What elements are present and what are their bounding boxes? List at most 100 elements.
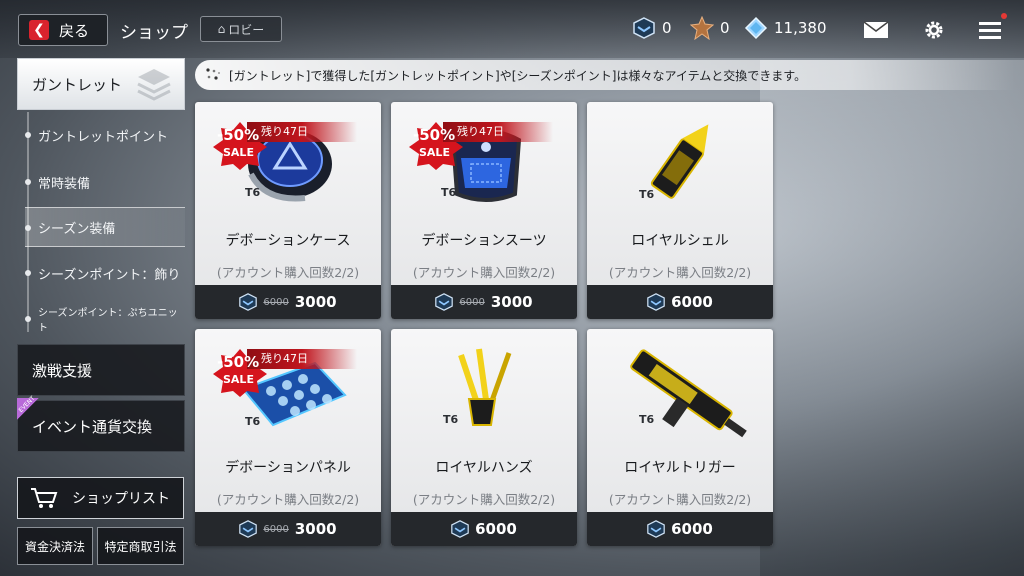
gear-icon[interactable] xyxy=(920,16,948,44)
bullet-icon xyxy=(25,316,31,322)
sidebar-item-season-points-decor[interactable]: シーズンポイント：飾り xyxy=(25,253,185,293)
product-card[interactable]: T6 ロイヤルハンズ (アカウント購入回数2/2) 6000 xyxy=(391,329,577,546)
price-bar: 6000 xyxy=(587,285,773,319)
product-card[interactable]: 残り47日 -50% SALE T6 デボーションケース (アカウント購入回数2… xyxy=(195,102,381,319)
cube-token-icon xyxy=(435,293,454,311)
info-banner: [ガントレット]で獲得した[ガントレットポイント]や[シーズンポイント]は様々な… xyxy=(195,60,1015,90)
price: 6000 xyxy=(671,520,713,538)
cube-token-icon xyxy=(451,520,469,538)
shop-list-label: ショップリスト xyxy=(72,491,170,507)
tier-label: T6 xyxy=(245,186,261,199)
sidebar-tab-label: ガントレット xyxy=(32,75,123,94)
product-card[interactable]: T6 ロイヤルトリガー (アカウント購入回数2/2) 6000 xyxy=(587,329,773,546)
sidebar-tab-gauntlet[interactable]: ガントレット xyxy=(17,58,185,110)
product-name: デボーションスーツ xyxy=(421,233,547,249)
days-left-ribbon: 残り47日 xyxy=(247,349,357,369)
cube-token-icon xyxy=(632,16,656,40)
bullet-icon xyxy=(25,179,31,185)
sidebar-item-season-points-petit-unit[interactable]: シーズンポイント：ぷちユニット xyxy=(25,299,185,339)
sidebar-tab-label: 激戦支援 xyxy=(32,361,93,380)
sidebar-tab-event-exchange[interactable]: イベント通貨交換 xyxy=(17,400,185,452)
product-name: ロイヤルシェル xyxy=(631,233,729,249)
sale-percent: -50% xyxy=(217,353,260,371)
price-bar: 6000 3000 xyxy=(391,285,577,319)
price-bar: 6000 xyxy=(587,512,773,546)
currency-value: 0 xyxy=(720,19,730,37)
sidebar-item-label: ガントレットポイント xyxy=(38,129,169,145)
sale-label: SALE xyxy=(223,146,254,159)
old-price: 6000 xyxy=(263,523,289,535)
lobby-button[interactable]: ⌂ ロビー xyxy=(200,16,282,42)
hamburger-menu-icon[interactable] xyxy=(976,16,1004,44)
back-label: 戻る xyxy=(59,21,90,40)
lobby-label: ロビー xyxy=(228,22,265,37)
tier-label: T6 xyxy=(639,188,655,201)
notification-dot xyxy=(1001,13,1007,19)
bronze-medal-icon xyxy=(690,16,714,40)
tier-label: T6 xyxy=(245,415,261,428)
price: 3000 xyxy=(294,293,337,311)
price-bar: 6000 3000 xyxy=(195,285,381,319)
back-button[interactable]: ❮ 戻る xyxy=(18,14,108,46)
shop-list-button[interactable]: ショップリスト xyxy=(17,477,184,519)
purchase-limit: (アカウント購入回数2/2) xyxy=(412,265,556,280)
sale-percent: -50% xyxy=(217,126,260,144)
cube-token-icon xyxy=(239,293,258,311)
mail-icon[interactable] xyxy=(862,16,890,44)
diamond-icon xyxy=(744,16,768,40)
tier-label: T6 xyxy=(441,186,457,199)
purchase-limit: (アカウント購入回数2/2) xyxy=(608,492,752,507)
cube-token-icon xyxy=(647,520,665,538)
bullet-icon xyxy=(25,270,31,276)
old-price: 6000 xyxy=(263,296,289,308)
cart-icon xyxy=(31,488,58,508)
price: 6000 xyxy=(671,293,713,311)
currency-diamond: 11,380 xyxy=(744,16,827,40)
chevron-left-icon: ❮ xyxy=(29,20,49,40)
sale-label: SALE xyxy=(419,146,450,159)
sidebar-item-label: シーズンポイント：飾り xyxy=(38,267,181,283)
currency-value: 0 xyxy=(662,19,672,37)
price-bar: 6000 3000 xyxy=(195,512,381,546)
background-decoration xyxy=(760,60,1024,576)
old-price: 6000 xyxy=(459,296,485,308)
product-card[interactable]: 残り47日 -50% SALE T6 デボーションスーツ (アカウント購入回数2… xyxy=(391,102,577,319)
purchase-limit: (アカウント購入回数2/2) xyxy=(216,492,360,507)
commercial-law-button[interactable]: 特定商取引法 xyxy=(97,527,184,565)
tier-label: T6 xyxy=(443,413,459,426)
layers-icon xyxy=(137,69,171,101)
purchase-limit: (アカウント購入回数2/2) xyxy=(216,265,360,280)
royal-hands-icon xyxy=(458,348,512,426)
product-card[interactable]: 残り47日 -50% SALE T6 デボーションパネル (アカウント購入回数2… xyxy=(195,329,381,546)
tier-label: T6 xyxy=(639,413,655,426)
sale-label: SALE xyxy=(223,373,254,386)
sidebar-item-label: 常時装備 xyxy=(38,176,91,192)
royal-shell-icon xyxy=(650,124,709,199)
days-left-ribbon: 残り47日 xyxy=(443,122,553,142)
sidebar-item-gauntlet-points[interactable]: ガントレットポイント xyxy=(25,115,185,155)
page-title: ショップ xyxy=(120,23,188,43)
button-label: 資金決済法 xyxy=(24,539,85,554)
bullet-icon xyxy=(25,132,31,138)
info-text: [ガントレット]で獲得した[ガントレットポイント]や[シーズンポイント]は様々な… xyxy=(229,68,807,83)
price-bar: 6000 xyxy=(391,512,577,546)
sidebar-item-permanent-equipment[interactable]: 常時装備 xyxy=(25,162,185,202)
product-name: ロイヤルハンズ xyxy=(435,460,533,476)
payment-law-button[interactable]: 資金決済法 xyxy=(17,527,93,565)
bullet-icon xyxy=(25,225,31,231)
sidebar-item-label: シーズンポイント：ぷちユニット xyxy=(38,308,178,334)
button-label: 特定商取引法 xyxy=(104,539,177,554)
event-badge: EVENT xyxy=(17,395,39,420)
product-name: デボーションケース xyxy=(225,233,351,249)
days-left-ribbon: 残り47日 xyxy=(247,122,357,142)
cube-token-icon xyxy=(647,293,665,311)
currency-medal: 0 xyxy=(690,16,730,40)
sidebar-tab-battle-support[interactable]: 激戦支援 xyxy=(17,344,185,396)
currency-cube: 0 xyxy=(632,16,672,40)
product-card[interactable]: T6 ロイヤルシェル (アカウント購入回数2/2) 6000 xyxy=(587,102,773,319)
price: 3000 xyxy=(490,293,533,311)
cube-token-icon xyxy=(239,520,258,538)
purchase-limit: (アカウント購入回数2/2) xyxy=(412,492,556,507)
sidebar-item-season-equipment[interactable]: シーズン装備 xyxy=(25,207,185,247)
sale-percent: -50% xyxy=(413,126,456,144)
